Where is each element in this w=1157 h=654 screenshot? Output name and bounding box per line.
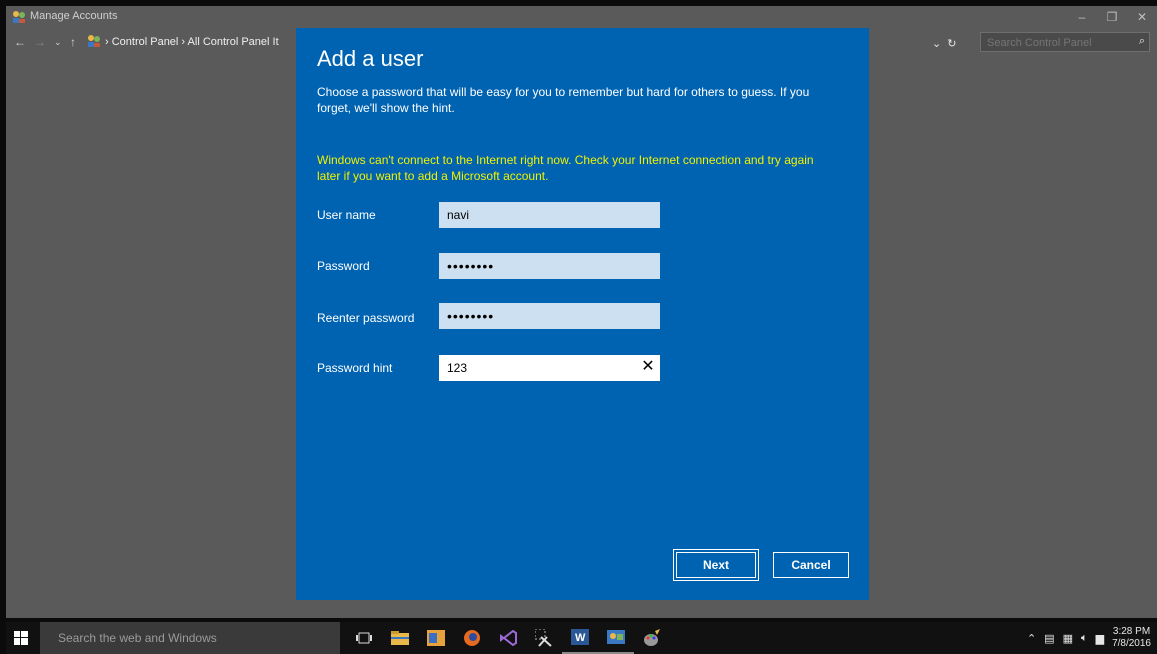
minimize-button[interactable]: – bbox=[1067, 6, 1097, 28]
svg-text:W: W bbox=[575, 632, 586, 644]
users-icon bbox=[13, 11, 25, 23]
recent-locations-chevron-icon[interactable]: ⌄ bbox=[54, 37, 62, 48]
breadcrumb[interactable]: › Control Panel › All Control Panel It bbox=[105, 36, 295, 48]
task-view-icon[interactable] bbox=[346, 622, 382, 654]
taskbar-search-box[interactable]: Search the web and Windows bbox=[40, 622, 340, 654]
password-hint-label: Password hint bbox=[317, 361, 393, 375]
username-label: User name bbox=[317, 208, 376, 222]
clock[interactable]: 3:28 PM 7/8/2016 bbox=[1112, 626, 1151, 650]
username-input[interactable] bbox=[439, 202, 660, 228]
search-control-panel-input[interactable] bbox=[981, 35, 1123, 51]
password-hint-input[interactable] bbox=[439, 355, 660, 381]
search-control-panel-box[interactable]: ⌕ bbox=[980, 32, 1150, 52]
restore-button[interactable]: ❐ bbox=[1097, 6, 1127, 28]
close-window-button[interactable]: ✕ bbox=[1127, 6, 1157, 28]
system-tray: ⌃ ▤ ▦ 🔈︎ ▆ 3:28 PM 7/8/2016 bbox=[1027, 622, 1151, 654]
taskbar: Search the web and Windows W ⌃ ▤ ▦ 🔈︎ ▆ … bbox=[6, 622, 1157, 654]
connection-icon[interactable]: ▦ bbox=[1063, 632, 1073, 645]
add-user-dialog: Add a user Choose a password that will b… bbox=[296, 28, 869, 600]
dialog-title: Add a user bbox=[317, 46, 424, 71]
password-input[interactable] bbox=[439, 253, 660, 279]
window-title: Manage Accounts bbox=[30, 10, 118, 22]
refresh-icon[interactable]: ↻ bbox=[947, 37, 956, 50]
reenter-password-label: Reenter password bbox=[317, 311, 415, 325]
clock-time: 3:28 PM bbox=[1112, 626, 1151, 637]
word-icon[interactable]: W bbox=[562, 622, 598, 654]
snipping-tool-icon[interactable] bbox=[526, 622, 562, 654]
firefox-icon[interactable] bbox=[454, 622, 490, 654]
reenter-password-input[interactable] bbox=[439, 303, 660, 329]
internet-warning: Windows can't connect to the Internet ri… bbox=[317, 153, 814, 183]
paint-icon[interactable] bbox=[634, 622, 670, 654]
password-label: Password bbox=[317, 259, 370, 273]
cancel-button[interactable]: Cancel bbox=[773, 552, 849, 578]
dialog-description: Choose a password that will be easy for … bbox=[317, 85, 810, 115]
show-hidden-icons-chevron-icon[interactable]: ⌃ bbox=[1027, 632, 1036, 645]
file-explorer-icon[interactable] bbox=[382, 622, 418, 654]
reenter-password-field[interactable] bbox=[439, 303, 660, 329]
username-field[interactable] bbox=[439, 202, 660, 228]
password-hint-field[interactable]: ✕ bbox=[439, 355, 660, 381]
control-panel-taskbar-icon[interactable] bbox=[598, 622, 634, 654]
back-arrow-icon[interactable]: ← bbox=[14, 35, 26, 49]
next-button[interactable]: Next bbox=[673, 549, 759, 581]
outlook-icon[interactable] bbox=[418, 622, 454, 654]
clock-date: 7/8/2016 bbox=[1112, 638, 1151, 649]
address-dropdown-chevron-icon[interactable]: ⌄ bbox=[932, 37, 941, 50]
forward-arrow-icon[interactable]: → bbox=[34, 35, 46, 49]
title-bar: Manage Accounts – ❐ ✕ bbox=[6, 6, 1157, 28]
password-field[interactable] bbox=[439, 253, 660, 279]
network-icon[interactable]: ▤ bbox=[1044, 632, 1054, 645]
control-panel-icon bbox=[88, 35, 100, 47]
volume-icon[interactable]: 🔈︎ bbox=[1081, 632, 1088, 645]
clear-icon[interactable]: ✕ bbox=[640, 359, 656, 375]
visual-studio-icon[interactable] bbox=[490, 622, 526, 654]
up-arrow-icon[interactable]: ↑ bbox=[70, 35, 76, 49]
search-icon[interactable]: ⌕ bbox=[1139, 35, 1145, 48]
start-button[interactable] bbox=[6, 622, 36, 654]
windows-logo-icon bbox=[14, 631, 28, 645]
action-center-icon[interactable]: ▆ bbox=[1096, 632, 1104, 645]
